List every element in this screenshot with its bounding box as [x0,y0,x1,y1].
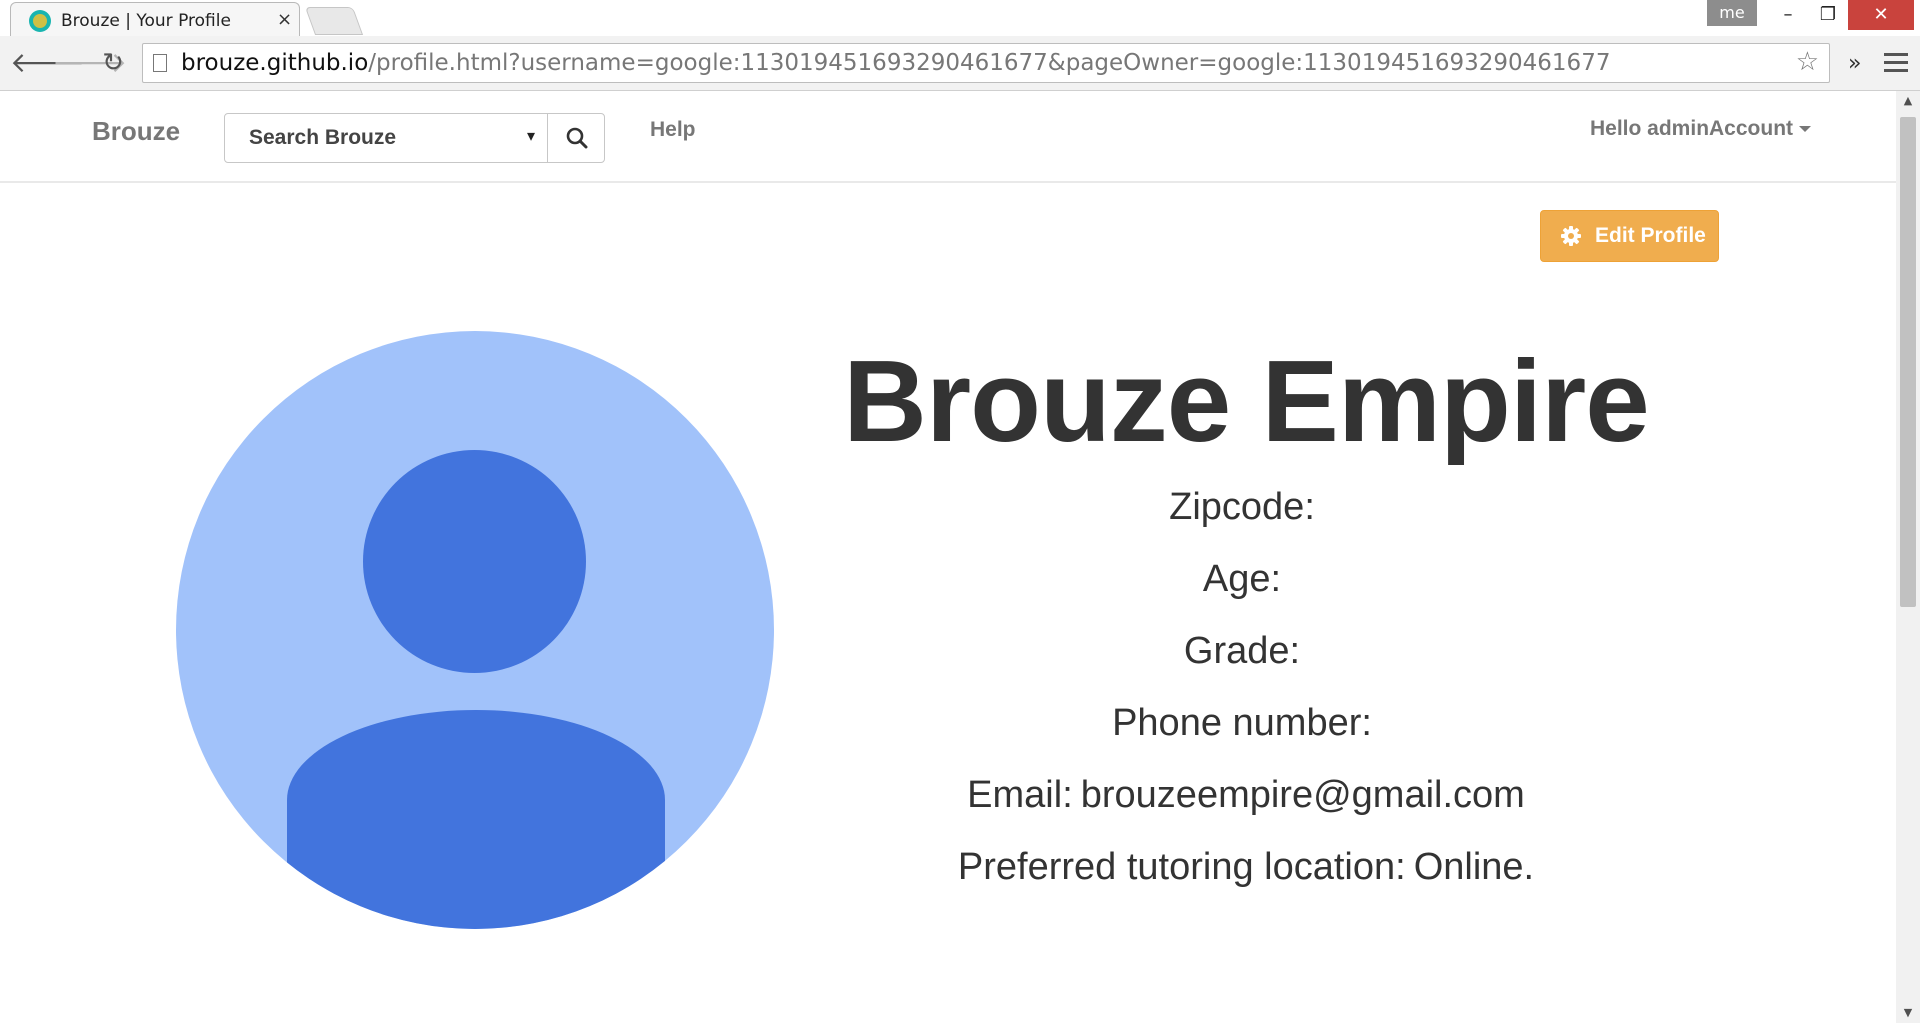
field-zipcode: Zipcode: [800,471,1692,543]
url-text[interactable]: brouze.github.io/profile.html?username=g… [181,50,1610,76]
window-maximize-button[interactable]: ❐ [1808,0,1848,30]
user-account-dropdown[interactable]: Hello adminAccount [1590,117,1812,141]
url-path: /profile.html?username=google:1130194516… [368,50,1611,76]
menu-icon[interactable] [1884,53,1908,75]
tab-close-icon[interactable]: × [277,9,292,30]
avatar-body [287,710,665,929]
avatar-head [363,450,586,673]
field-label: Phone number: [1112,702,1372,744]
field-label: Grade: [1183,630,1301,672]
window-minimize-button[interactable]: – [1768,0,1808,30]
chevron-double-icon[interactable]: » [1848,51,1861,76]
page-icon [153,54,167,72]
field-age: Age: [800,543,1692,615]
edit-profile-button[interactable]: Edit Profile [1540,210,1719,262]
field-label: Email: [967,774,1073,816]
field-label: Preferred tutoring location: [957,846,1406,888]
browser-profile-badge[interactable]: me [1707,0,1757,26]
field-value: Online. [1413,846,1535,888]
search-dropdown-caret-icon[interactable]: ▾ [527,126,535,145]
search-input[interactable] [225,114,547,162]
field-grade: Grade: [800,615,1692,687]
browser-toolbar: 🡐 🡒 ↻ brouze.github.io/profile.html?user… [0,36,1920,91]
address-bar[interactable]: brouze.github.io/profile.html?username=g… [142,43,1830,83]
profile-info: Brouze Empire Zipcode: Age: Grade: Phone… [800,331,1692,903]
caret-down-icon [1799,126,1812,133]
back-arrow-icon[interactable]: 🡐 [10,46,85,80]
profile-name: Brouze Empire [843,336,1650,466]
search-group: ▾ [224,113,605,163]
vertical-scrollbar[interactable]: ▲ ▼ [1896,91,1920,1023]
forward-arrow-icon[interactable]: 🡒 [52,46,127,80]
field-value: brouzeempire@gmail.com [1080,774,1525,816]
scroll-up-arrow-icon[interactable]: ▲ [1896,91,1920,111]
user-greeting: Hello adminAccount [1590,117,1794,140]
reload-icon[interactable]: ↻ [96,46,130,80]
help-link[interactable]: Help [650,118,696,142]
field-label: Age: [1202,558,1282,600]
scrollbar-thumb[interactable] [1900,117,1916,607]
search-icon [566,127,588,149]
new-tab-button[interactable] [304,7,364,35]
edit-profile-label: Edit Profile [1595,224,1706,247]
search-button[interactable] [547,114,605,162]
default-person-avatar [176,331,774,929]
window-close-button[interactable]: ✕ [1848,0,1914,30]
field-label: Zipcode: [1169,486,1315,528]
url-host: brouze.github.io [181,50,369,76]
site-favicon-icon [29,10,51,32]
star-icon[interactable]: ☆ [1796,47,1819,77]
brand-link[interactable]: Brouze [92,116,180,147]
site-navbar: Brouze ▾ Help Hello adminAccount [0,91,1896,183]
tab-title: Brouze | Your Profile [61,11,231,31]
page-viewport: Brouze ▾ Help Hello adminAccount [0,91,1896,1023]
browser-tab-active[interactable]: Brouze | Your Profile × [10,2,300,36]
browser-titlebar: Brouze | Your Profile × me – ❐ ✕ [0,0,1920,36]
gear-icon [1561,226,1581,246]
field-phone: Phone number: [800,687,1692,759]
scroll-down-arrow-icon[interactable]: ▼ [1896,1003,1920,1023]
field-tutoring-location: Preferred tutoring location: Online. [800,831,1692,903]
field-email: Email: brouzeempire@gmail.com [800,759,1692,831]
